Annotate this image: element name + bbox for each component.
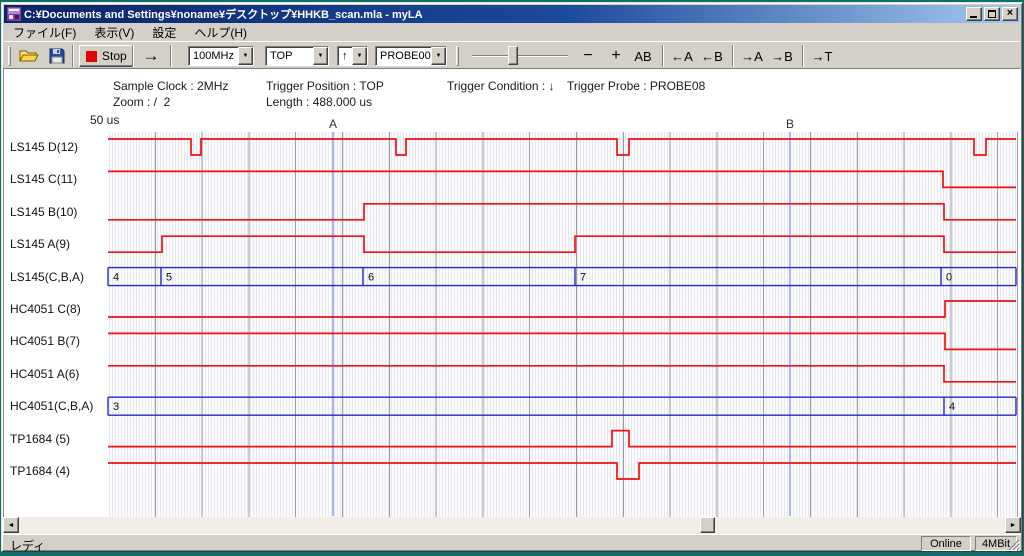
signal-label: HC4051 B(7) <box>10 333 80 349</box>
signal-label: LS145 A(9) <box>10 236 70 252</box>
open-file-button[interactable] <box>16 44 42 68</box>
plot-grid <box>109 132 1018 517</box>
close-icon: × <box>1003 7 1017 19</box>
signal-label: LS145(C,B,A) <box>10 269 84 285</box>
scroll-right-icon: ► <box>1010 522 1017 529</box>
sample-clock-info: Sample Clock : 2MHz <box>113 79 228 93</box>
signal-label: TP1684 (4) <box>10 463 70 479</box>
ab-range-button[interactable]: AB <box>630 45 656 67</box>
set-marker-a-button[interactable]: →A <box>738 45 766 67</box>
save-floppy-icon <box>49 48 65 64</box>
close-button[interactable]: × <box>1002 7 1018 21</box>
horizontal-scrollbar[interactable]: ◄ ► <box>3 517 1021 534</box>
toolbar-separator <box>170 45 172 67</box>
signal-label: LS145 D(12) <box>10 139 78 155</box>
sample-clock-combo[interactable]: 100MHz ▼ <box>188 46 254 66</box>
zoom-slider-track[interactable] <box>472 55 568 57</box>
goto-trigger-button[interactable]: →T <box>808 45 836 67</box>
toolbar-separator <box>662 45 664 67</box>
menu-view[interactable]: 表示(V) <box>85 23 143 42</box>
stop-label: Stop <box>102 49 127 63</box>
trigger-probe-info: Trigger Probe : PROBE08 <box>567 79 705 93</box>
trigger-position-combo[interactable]: TOP ▼ <box>265 46 329 66</box>
trigger-probe-value: PROBE00 <box>376 47 431 65</box>
status-bar: レディ Online 4MBit <box>3 534 1021 551</box>
toolbar: Stop → 100MHz ▼ TOP ▼ ↑ ▼ PROBE00 ▼ − + … <box>4 41 1020 69</box>
length-info: Length : 488.000 us <box>266 95 372 109</box>
set-marker-b-button[interactable]: →B <box>768 45 796 67</box>
resize-grip[interactable] <box>1007 538 1020 551</box>
stop-icon <box>86 51 97 62</box>
save-file-button[interactable] <box>44 44 70 68</box>
signal-label: HC4051 A(6) <box>10 366 79 382</box>
menu-settings[interactable]: 設定 <box>143 23 185 42</box>
menu-bar: ファイル(F) 表示(V) 設定 ヘルプ(H) <box>4 24 1020 41</box>
menu-help[interactable]: ヘルプ(H) <box>185 23 256 42</box>
menu-file[interactable]: ファイル(F) <box>4 23 85 42</box>
window-title: C:¥Documents and Settings¥noname¥デスクトップ¥… <box>24 6 964 22</box>
scroll-right-button[interactable]: ► <box>1005 517 1021 533</box>
toolbar-separator <box>732 45 734 67</box>
trigger-probe-combo[interactable]: PROBE00 ▼ <box>375 46 447 66</box>
sample-clock-value: 100MHz <box>189 47 238 65</box>
stop-button[interactable]: Stop <box>79 45 134 67</box>
signal-label: HC4051(C,B,A) <box>10 398 93 414</box>
toolbar-separator <box>72 45 74 67</box>
zoom-slider-thumb[interactable] <box>508 46 518 65</box>
toolbar-grip[interactable] <box>8 46 11 66</box>
zoom-out-button[interactable]: − <box>576 45 600 67</box>
run-button[interactable]: → <box>138 45 164 67</box>
signal-label: LS145 B(10) <box>10 204 77 220</box>
minimize-button[interactable] <box>966 7 982 21</box>
zoom-info: Zoom : / 2 <box>113 95 170 109</box>
scroll-left-icon: ◄ <box>8 522 15 529</box>
chevron-down-icon[interactable]: ▼ <box>352 47 367 65</box>
goto-marker-a-button[interactable]: ←A <box>668 45 696 67</box>
toolbar-separator <box>132 45 134 67</box>
trigger-edge-combo[interactable]: ↑ ▼ <box>337 46 368 66</box>
trigger-position-value: TOP <box>266 47 313 65</box>
chevron-down-icon[interactable]: ▼ <box>313 47 328 65</box>
minimize-icon <box>970 16 977 18</box>
time-division-label: 50 us <box>90 113 119 127</box>
goto-marker-b-button[interactable]: ←B <box>698 45 726 67</box>
signal-label: LS145 C(11) <box>10 171 77 187</box>
maximize-button[interactable] <box>984 7 1000 21</box>
toolbar-separator <box>802 45 804 67</box>
trigger-condition-info: Trigger Condition : ↓ <box>447 79 555 93</box>
trigger-edge-value: ↑ <box>338 47 352 65</box>
maximize-icon <box>988 10 996 18</box>
chevron-down-icon[interactable]: ▼ <box>431 47 446 65</box>
scroll-left-button[interactable]: ◄ <box>3 517 19 533</box>
title-bar[interactable]: C:¥Documents and Settings¥noname¥デスクトップ¥… <box>4 5 1020 23</box>
zoom-in-button[interactable]: + <box>604 45 628 67</box>
signal-label: TP1684 (5) <box>10 431 70 447</box>
toolbar-grip[interactable] <box>456 46 459 66</box>
chevron-down-icon[interactable]: ▼ <box>238 47 253 65</box>
scrollbar-thumb[interactable] <box>700 517 715 533</box>
app-icon <box>7 7 21 21</box>
status-online-badge: Online <box>921 536 971 551</box>
trigger-position-info: Trigger Position : TOP <box>266 79 384 93</box>
app-window: C:¥Documents and Settings¥noname¥デスクトップ¥… <box>1 2 1023 552</box>
signal-label: HC4051 C(8) <box>10 301 81 317</box>
open-folder-icon <box>19 48 39 64</box>
waveform-panel: Sample Clock : 2MHz Trigger Position : T… <box>3 68 1021 519</box>
status-ready-text: レディ <box>10 537 45 554</box>
